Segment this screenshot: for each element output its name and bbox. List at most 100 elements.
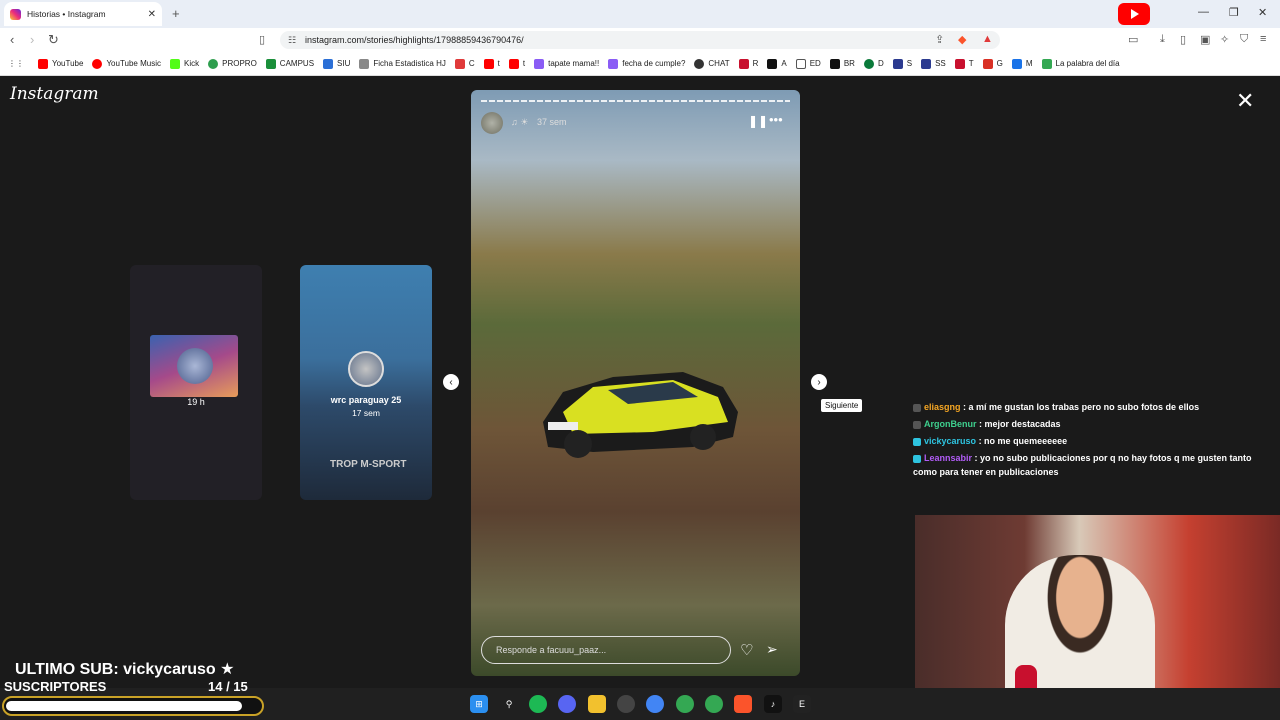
bookmark-item[interactable]: G [982,58,1003,69]
bookmark-item[interactable]: Kick [170,58,199,69]
bookmark-favicon-icon [508,58,519,69]
bookmark-item[interactable]: S [892,58,912,69]
subs-progress-fill [6,701,242,711]
share-icon[interactable]: ⇪ [935,33,944,46]
bookmark-item[interactable]: CAMPUS [265,58,314,69]
bookmark-item[interactable]: YouTube [38,58,83,69]
reading-list-icon[interactable]: ▭ [1128,33,1138,46]
bookmark-favicon-icon [694,58,705,69]
bookmark-favicon-icon [92,58,103,69]
close-viewer-icon[interactable]: ✕ [1236,88,1254,114]
next-story-arrow-icon[interactable]: › [811,374,827,390]
current-story[interactable]: ♫ ☀ 37 sem ❚❚ ••• Responde a facuuu_paaz… [471,90,800,676]
youtube-icon[interactable] [1118,3,1150,25]
obs-icon[interactable] [617,695,635,713]
forward-icon[interactable]: › [30,32,34,47]
previous-story-arrow-icon[interactable]: ‹ [443,374,459,390]
back-icon[interactable]: ‹ [10,32,14,47]
chat-message: Leannsabir : yo no subo publicaciones po… [913,451,1273,479]
site-info-icon[interactable]: ☷ [288,35,296,46]
pause-icon[interactable]: ❚❚ [748,114,768,128]
bookmark-item[interactable]: t [508,58,525,69]
url-field[interactable]: ☷ instagram.com/stories/highlights/17988… [280,31,1000,49]
bookmark-item[interactable]: t [483,58,500,69]
bookmark-favicon-icon [863,58,874,69]
leo-ai-icon[interactable]: ✧ [1220,33,1229,46]
bookmark-favicon-icon [170,58,180,69]
reply-input[interactable]: Responde a facuuu_paaz... [481,636,731,664]
minimize-icon[interactable]: — [1198,6,1209,18]
menu-icon[interactable]: ≡ [1260,33,1266,45]
story-progress-bar [481,100,790,102]
vpn-icon[interactable]: ⛉ [1240,33,1248,46]
bookmark-favicon-icon [1041,58,1052,69]
windows-start-icon[interactable]: ⊞ [470,695,488,713]
bookmark-item[interactable]: A [767,58,787,69]
discord-icon[interactable] [558,695,576,713]
bookmark-favicon-icon [921,58,932,69]
search-icon[interactable]: ⚲ [500,695,518,713]
bookmark-item[interactable]: C [454,58,475,69]
chrome-profile-icon[interactable] [705,695,723,713]
bookmark-item[interactable]: La palabra del día [1041,58,1120,69]
bookmark-folder[interactable]: ED [795,58,821,69]
bookmark-item[interactable]: R [738,58,758,69]
avatar [348,351,384,387]
story-time: 19 h [187,397,205,407]
bookmark-item[interactable]: PROPRO [208,58,257,69]
bookmark-item[interactable]: BR [829,58,855,69]
tab-instagram[interactable]: Historias • Instagram ✕ [4,2,162,26]
chat-username: vickycaruso [924,436,977,446]
bookmark-icon[interactable]: ▯ [259,33,265,46]
send-icon[interactable]: ➢ [766,641,778,658]
bookmark-favicon-icon [208,58,219,69]
next-tooltip: Siguiente [821,399,863,412]
story-name: wrc paraguay 25 [330,395,402,405]
tiktok-icon[interactable]: ♪ [764,695,782,713]
subs-progress-bar [2,696,264,716]
epic-games-icon[interactable]: E [793,695,811,713]
tab-title: Historias • Instagram [27,9,106,19]
apps-icon[interactable]: ⋮⋮ [8,59,24,68]
avatar[interactable] [481,112,503,134]
bookmark-item[interactable]: M [1011,58,1033,69]
bookmark-item[interactable]: SS [921,58,946,69]
bookmark-favicon-icon [359,58,370,69]
bookmark-favicon-icon [323,58,334,69]
file-explorer-icon[interactable] [588,695,606,713]
bookmark-favicon-icon [265,58,276,69]
instagram-logo[interactable]: Instagram [10,84,99,104]
spotify-icon[interactable] [529,695,547,713]
bookmark-item[interactable]: SIU [323,58,350,69]
chat-username: Leannsabir [924,453,973,463]
wallet-icon[interactable]: ▣ [1200,33,1210,46]
bookmark-favicon-icon [892,58,903,69]
bookmark-item[interactable]: CHAT [694,58,730,69]
reload-icon[interactable]: ↻ [48,32,59,48]
chrome-icon[interactable] [646,695,664,713]
folder-icon [795,58,806,69]
bookmark-item[interactable]: fecha de cumple? [608,58,685,69]
previous-story-card[interactable]: 19 h [130,265,262,500]
brave-shield-icon[interactable]: ◆ [958,33,966,46]
chat-message: eliasgng : a mí me gustan los trabas per… [913,400,1273,414]
downloads-icon[interactable]: ⤓ [1160,33,1165,46]
bookmark-favicon-icon [1011,58,1022,69]
window-close-icon[interactable]: ✕ [1258,6,1267,19]
restore-icon[interactable]: ❐ [1229,6,1239,19]
chrome-profile-icon[interactable] [676,695,694,713]
tab-close-icon[interactable]: ✕ [148,9,156,20]
bookmark-item[interactable]: T [954,58,974,69]
brave-icon[interactable] [734,695,752,713]
bookmark-item[interactable]: D [863,58,884,69]
previous-story-card[interactable]: wrc paraguay 25 17 sem TROP M-SPORT [300,265,432,500]
more-options-icon[interactable]: ••• [769,112,783,127]
chat-text: : mejor destacadas [979,419,1061,429]
bookmark-item[interactable]: tapate mama!! [534,58,599,69]
bookmark-item[interactable]: YouTube Music [92,58,161,69]
bookmark-item[interactable]: Ficha Estadistica HJ [359,58,446,69]
new-tab-icon[interactable]: + [172,6,180,21]
like-heart-icon[interactable]: ♡ [740,641,753,659]
brave-rewards-icon[interactable]: ▲ [982,33,993,45]
sidebar-icon[interactable]: ▯ [1180,33,1186,46]
